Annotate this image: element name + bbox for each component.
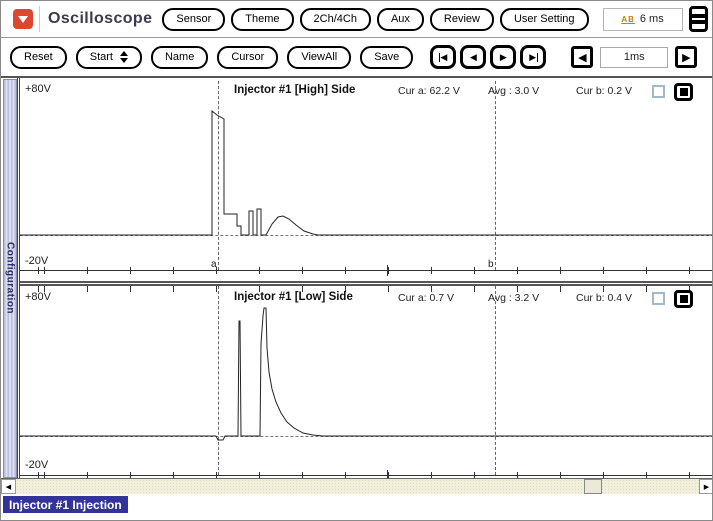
skip-last-button[interactable]: ▶ xyxy=(520,45,547,69)
horizontal-scrollbar: ◀ ▶ xyxy=(1,478,712,494)
user-setting-button[interactable]: User Setting xyxy=(499,7,589,31)
waveform-ch2 xyxy=(20,307,712,441)
ch2-waveform-plot xyxy=(20,307,712,441)
review-button[interactable]: Review xyxy=(429,7,494,31)
transport-controls: ◀ ◀ ▶ ▶ xyxy=(430,45,547,69)
scroll-right-button[interactable]: ▶ xyxy=(699,479,712,494)
skip-last-icon: ▶ xyxy=(529,51,537,62)
channel-2-panel: +80V -20V Injector #1 [Low] Side Cur a: … xyxy=(20,286,712,478)
cursor-delta-time-value: 6 ms xyxy=(639,13,664,25)
start-button[interactable]: Start xyxy=(75,45,142,69)
left-triangle-icon: ◀ xyxy=(578,51,587,64)
waveform-ch1 xyxy=(20,109,712,236)
configuration-tab[interactable]: Configuration xyxy=(3,79,17,478)
chart-region: Configuration +80V -20V Injector #1 [Hig… xyxy=(1,76,712,478)
name-button[interactable]: Name xyxy=(150,45,209,69)
right-triangle-icon: ▶ xyxy=(682,51,691,64)
viewall-button[interactable]: ViewAll xyxy=(287,45,352,69)
scrollbar-track[interactable] xyxy=(16,479,699,494)
step-back-icon: ◀ xyxy=(469,51,477,62)
timebase-value: 1ms xyxy=(600,46,669,68)
charts-container: +80V -20V Injector #1 [High] Side Cur a:… xyxy=(17,78,712,478)
cursor-delta-time-display: AB 6 ms xyxy=(602,7,683,31)
skip-first-icon: ◀ xyxy=(440,51,448,62)
spinner-up-icon xyxy=(119,51,128,56)
scroll-left-button[interactable]: ◀ xyxy=(1,479,16,494)
scrollbar-thumb[interactable] xyxy=(584,479,602,494)
theme-button[interactable]: Theme xyxy=(231,7,294,31)
header-bar: Oscilloscope Sensor Theme 2Ch/4Ch Aux Re… xyxy=(1,1,712,38)
divider xyxy=(39,6,40,32)
toolbar: Reset Start Name Cursor ViewAll Save ◀ ◀… xyxy=(1,39,712,75)
skip-first-button[interactable]: ◀ xyxy=(430,45,457,69)
channel-mode-button[interactable]: 2Ch/4Ch xyxy=(299,7,371,31)
timebase-decrease-button[interactable]: ◀ xyxy=(571,46,594,68)
cursor-button[interactable]: Cursor xyxy=(217,45,279,69)
save-button[interactable]: Save xyxy=(360,45,414,69)
hamburger-menu-button[interactable] xyxy=(688,6,708,32)
left-triangle-icon: ◀ xyxy=(5,483,12,491)
app-title: Oscilloscope xyxy=(48,10,153,27)
ch1-waveform-plot xyxy=(20,109,712,236)
configuration-tab-label: Configuration xyxy=(4,242,16,315)
sensor-button[interactable]: Sensor xyxy=(162,7,226,31)
timebase-control: ◀ 1ms ▶ xyxy=(571,46,698,68)
menu-bar-icon xyxy=(691,14,705,18)
app-menu-button[interactable] xyxy=(13,9,33,29)
spinner-icon xyxy=(119,51,128,63)
timebase-increase-button[interactable]: ▶ xyxy=(675,46,698,68)
channel-1-panel: +80V -20V Injector #1 [High] Side Cur a:… xyxy=(20,79,712,281)
step-forward-button[interactable]: ▶ xyxy=(490,45,517,69)
menu-bar-icon xyxy=(691,20,705,24)
aux-button[interactable]: Aux xyxy=(376,7,424,31)
reset-button[interactable]: Reset xyxy=(10,45,67,69)
start-button-label: Start xyxy=(89,51,113,63)
ch1-mid-tick xyxy=(387,265,388,276)
oscilloscope-app: Oscilloscope Sensor Theme 2Ch/4Ch Aux Re… xyxy=(0,0,713,521)
spinner-down-icon xyxy=(119,58,128,63)
recording-title-badge: Injector #1 Injection xyxy=(3,496,128,513)
ab-cursor-icon: AB xyxy=(621,14,635,24)
right-triangle-icon: ▶ xyxy=(703,483,710,491)
down-triangle-icon xyxy=(18,15,28,23)
ch2-mid-tick xyxy=(387,470,388,478)
step-forward-icon: ▶ xyxy=(499,51,507,62)
step-back-button[interactable]: ◀ xyxy=(460,45,487,69)
ch1-x-axis-ticks xyxy=(20,267,712,274)
